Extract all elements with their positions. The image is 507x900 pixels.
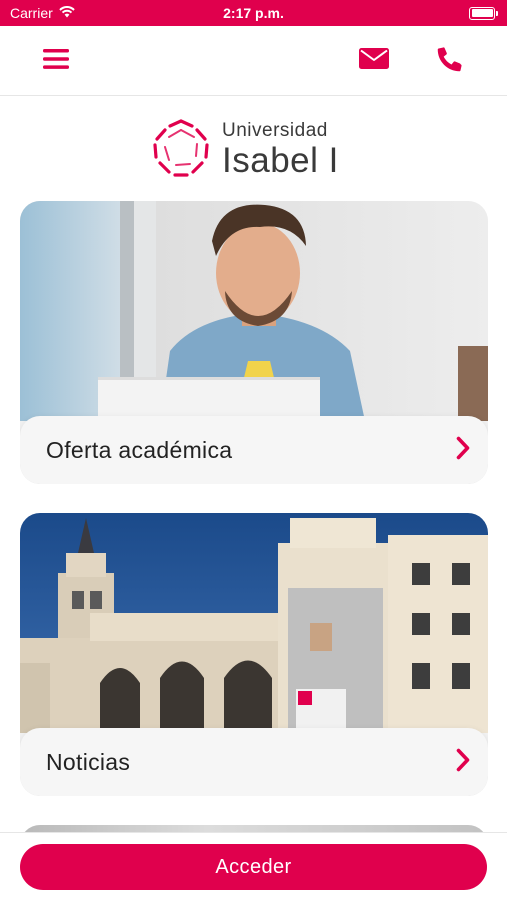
hamburger-menu-button[interactable]	[26, 26, 86, 96]
logo-ring-icon	[150, 117, 212, 184]
status-left: Carrier	[10, 5, 75, 21]
card-noticias[interactable]: Noticias	[20, 513, 488, 796]
logo-line1: Universidad	[222, 120, 328, 141]
card-label-bar[interactable]: Oferta académica	[20, 416, 488, 484]
phone-icon	[436, 45, 464, 78]
campus-building-photo	[20, 513, 488, 733]
carrier-label: Carrier	[10, 5, 53, 21]
card-label: Oferta académica	[46, 436, 233, 463]
partial-card-photo	[20, 825, 488, 832]
acceder-button[interactable]: Acceder	[20, 844, 487, 890]
mail-icon	[359, 48, 389, 74]
chevron-right-icon[interactable]	[456, 748, 470, 777]
logo-text: Universidad Isabel I	[222, 120, 339, 180]
card-label: Noticias	[46, 748, 131, 775]
university-logo: Universidad Isabel I	[150, 115, 370, 185]
logo-line2: Isabel I	[222, 141, 339, 180]
mail-button[interactable]	[344, 26, 404, 96]
battery-icon	[469, 6, 498, 20]
card-label-bar[interactable]: Noticias	[20, 728, 488, 796]
status-time: 2:17 p.m.	[223, 5, 284, 21]
hamburger-menu-icon	[43, 48, 69, 75]
main-content[interactable]: Universidad Isabel I Oferta académica No…	[0, 97, 507, 832]
top-nav	[0, 26, 507, 96]
card-partial[interactable]	[20, 825, 488, 832]
status-bar: Carrier 2:17 p.m.	[0, 0, 507, 26]
phone-button[interactable]	[420, 26, 480, 96]
chevron-right-icon[interactable]	[456, 436, 470, 465]
wifi-icon	[59, 5, 75, 21]
bottom-bar: Acceder	[0, 832, 507, 900]
student-laptop-photo	[20, 201, 488, 421]
card-oferta-academica[interactable]: Oferta académica	[20, 201, 488, 484]
